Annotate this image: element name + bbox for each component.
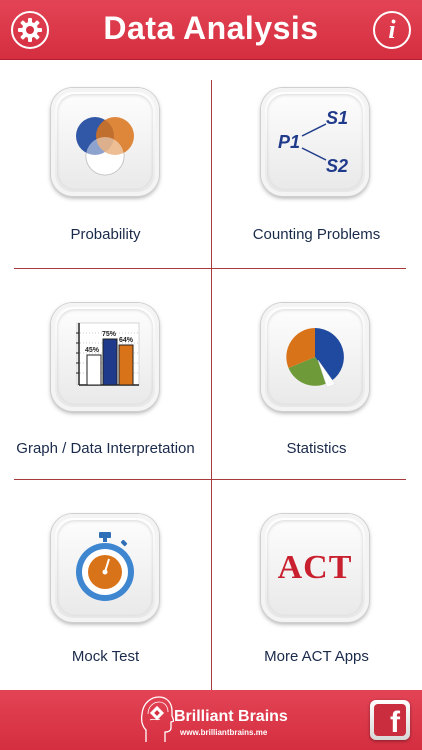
tree-root-label: P1 — [278, 132, 300, 152]
info-button[interactable]: i — [373, 11, 411, 49]
tile-probability[interactable]: Probability — [0, 60, 211, 268]
head-outline-icon — [140, 696, 174, 742]
tile-counting-problems[interactable]: P1 S1 S2 Counting Problems — [211, 60, 422, 268]
mock-test-button[interactable] — [51, 514, 159, 622]
page-title: Data Analysis — [103, 10, 319, 46]
graph-data-interpretation-button[interactable]: 45% 75% 64% — [51, 303, 159, 411]
act-logo-icon: ACT — [277, 549, 353, 586]
tile-statistics[interactable]: Statistics — [211, 269, 422, 479]
info-icon: i — [388, 15, 396, 44]
tile-label: More ACT Apps — [264, 648, 369, 665]
facebook-glyph: f — [390, 706, 400, 739]
tree-branch-label: S2 — [326, 156, 348, 176]
tile-label: Mock Test — [71, 648, 140, 665]
statistics-button[interactable] — [261, 303, 369, 411]
brand-url: www.brilliantbrains.me — [180, 728, 268, 737]
tile-mock-test[interactable]: Mock Test — [0, 480, 211, 690]
brand-name: Brilliant Brains — [174, 708, 288, 725]
bar-value-label: 64% — [119, 337, 134, 344]
tile-label: Graph / Data Interpretation — [16, 440, 195, 457]
bar-chart-icon: 45% 75% 64% — [76, 322, 140, 386]
probability-button[interactable] — [51, 88, 159, 196]
bar-value-label: 75% — [102, 331, 117, 338]
tile-label: Statistics — [286, 440, 347, 457]
facebook-icon: f — [374, 704, 406, 739]
brand-logo[interactable]: Brilliant Brains www.brilliantbrains.me — [140, 694, 290, 746]
tile-label: Probability — [70, 226, 141, 243]
pie-chart-icon — [286, 328, 344, 388]
tile-more-act-apps[interactable]: ACT More ACT Apps — [211, 480, 422, 690]
stopwatch-icon — [76, 532, 134, 601]
more-act-apps-button[interactable]: ACT — [261, 514, 369, 622]
tree-diagram-icon: P1 S1 S2 — [278, 108, 348, 176]
app-footer: Brilliant Brains www.brilliantbrains.me … — [0, 690, 422, 750]
tile-graph-data-interpretation[interactable]: 45% 75% 64% Graph / Data Interpretation — [0, 269, 211, 479]
tree-branch-label: S1 — [326, 108, 348, 128]
menu-grid: Probability P1 S1 S2 Counting Problems 4… — [0, 60, 422, 728]
counting-problems-button[interactable]: P1 S1 S2 — [261, 88, 369, 196]
venn-diagram-icon — [76, 117, 134, 176]
tile-label: Counting Problems — [252, 226, 381, 243]
bar-value-label: 45% — [85, 347, 100, 354]
facebook-button[interactable]: f — [370, 700, 410, 740]
app-header: Data Analysis i — [0, 0, 422, 60]
